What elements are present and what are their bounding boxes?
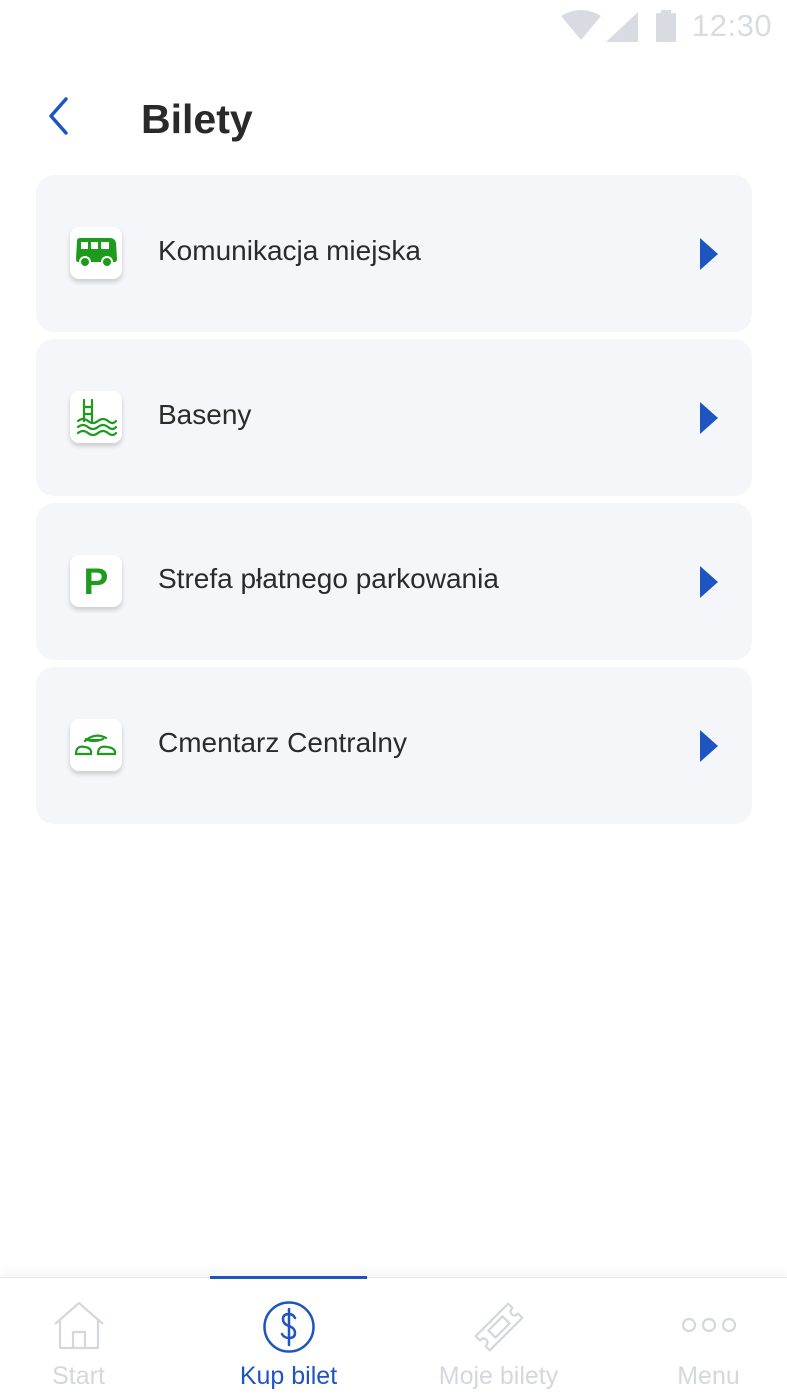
nav-label: Menu [677, 1362, 740, 1390]
nav-start[interactable]: Start [0, 1278, 157, 1400]
ticket-icon [474, 1302, 523, 1352]
battery-icon [656, 10, 676, 42]
cemetery-leaves-icon [74, 734, 117, 756]
category-icon-box [70, 391, 122, 443]
caret-right-icon [700, 730, 718, 762]
back-button[interactable] [36, 92, 80, 140]
caret-right-icon [700, 566, 718, 598]
chevron-left-icon [49, 97, 68, 135]
more-dots-icon [681, 1317, 736, 1333]
bus-icon [76, 238, 117, 268]
header: Bilety [0, 80, 787, 160]
category-label: Cmentarz Centralny [158, 727, 407, 758]
category-icon-box: P [70, 555, 122, 607]
status-bar: 12:30 [0, 0, 787, 52]
category-icon-box [70, 719, 122, 771]
dollar-circle-icon [262, 1301, 315, 1353]
nav-label: Start [52, 1362, 105, 1390]
category-public-transport[interactable]: Komunikacja miejska [36, 175, 752, 332]
nav-label: Kup bilet [239, 1362, 338, 1390]
category-label: Baseny [158, 399, 252, 430]
caret-right-icon [700, 402, 718, 434]
caret-right-icon [700, 238, 718, 270]
page-title: Bilety [141, 96, 253, 142]
category-cemetery[interactable]: Cmentarz Centralny [36, 667, 752, 824]
wifi-icon [561, 10, 601, 40]
category-paid-parking[interactable]: P Strefa płatnego parkowania [36, 503, 752, 660]
nav-menu[interactable]: Menu [630, 1278, 787, 1400]
pool-icon [76, 398, 118, 437]
category-label: Komunikacja miejska [158, 235, 421, 266]
bottom-navigation: Start Kup bilet Moje bilety Menu [0, 1276, 787, 1400]
signal-icon [606, 12, 638, 42]
category-icon-box [70, 227, 122, 279]
nav-my-tickets[interactable]: Moje bilety [420, 1278, 577, 1400]
active-tab-indicator [210, 1276, 367, 1279]
home-icon [53, 1301, 104, 1350]
parking-icon: P [83, 560, 109, 602]
nav-buy-ticket[interactable]: Kup bilet [210, 1276, 367, 1400]
category-pools[interactable]: Baseny [36, 339, 752, 496]
ticket-category-list: Komunikacja miejska Baseny P Strefa płat… [36, 175, 752, 831]
nav-label: Moje bilety [438, 1362, 559, 1390]
category-label: Strefa płatnego parkowania [158, 563, 499, 594]
status-time: 12:30 [692, 8, 773, 43]
